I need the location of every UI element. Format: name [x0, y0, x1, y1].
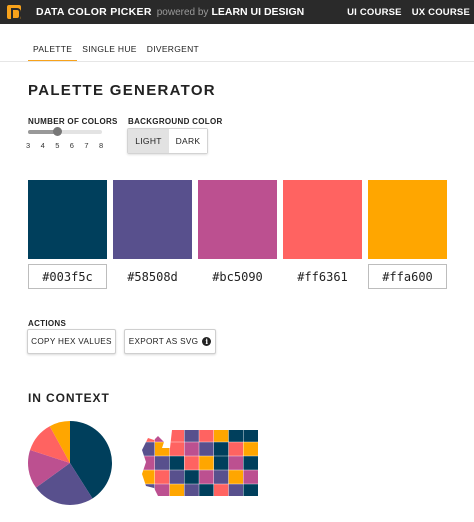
map-county — [142, 430, 156, 443]
color-swatch-3[interactable] — [198, 180, 277, 259]
map-county — [213, 469, 230, 485]
map-county — [154, 441, 171, 457]
hex-input-2[interactable]: #58508d — [113, 264, 192, 289]
map-county — [142, 455, 156, 471]
map-county — [228, 469, 244, 485]
map-county — [213, 483, 230, 496]
top-bar: DATA COLOR PICKER powered by LEARN UI DE… — [0, 0, 474, 24]
map-county — [154, 455, 171, 471]
map-county — [169, 483, 185, 496]
map-county — [243, 430, 258, 443]
info-icon[interactable]: i — [202, 337, 212, 346]
color-swatch-2[interactable] — [113, 180, 192, 259]
slider-tick: 8 — [98, 141, 104, 150]
map-county — [154, 430, 171, 443]
ux-course-link[interactable]: UX COURSE — [412, 7, 470, 18]
map-county — [213, 441, 230, 457]
map-county — [184, 469, 200, 485]
map-county — [154, 483, 171, 496]
page-title: PALETTE GENERATOR — [28, 82, 216, 99]
number-of-colors-label: NUMBER OF COLORS — [28, 117, 118, 126]
map-county — [169, 469, 185, 485]
map-county — [243, 483, 258, 496]
pie-chart-preview — [28, 421, 112, 505]
map-county — [184, 441, 200, 457]
hex-input-4[interactable]: #ff6361 — [283, 264, 362, 289]
in-context-title: IN CONTEXT — [28, 391, 110, 405]
map-county — [213, 430, 230, 443]
background-color-toggle: LIGHT DARK — [127, 128, 208, 154]
map-county — [184, 430, 200, 443]
tab-bar: PALETTE SINGLE HUE DIVERGENT — [28, 40, 204, 62]
map-county — [198, 469, 215, 485]
slider-tick: 3 — [26, 141, 31, 150]
color-swatch-1[interactable] — [28, 180, 107, 259]
app-logo-icon[interactable] — [7, 5, 21, 20]
dark-button[interactable]: DARK — [169, 129, 207, 153]
export-as-svg-label: EXPORT AS SVG — [128, 337, 199, 346]
hex-input-5[interactable]: #ffa600 — [368, 264, 447, 289]
number-of-colors-slider[interactable] — [28, 127, 102, 137]
export-as-svg-button[interactable]: EXPORT AS SVG i — [124, 329, 216, 354]
copy-hex-values-button[interactable]: COPY HEX VALUES — [27, 329, 116, 354]
map-county — [213, 455, 230, 471]
map-county — [142, 441, 156, 457]
map-county — [228, 483, 244, 496]
map-county — [228, 455, 244, 471]
background-color-label: BACKGROUND COLOR — [128, 117, 223, 126]
hex-input-3[interactable]: #bc5090 — [198, 264, 277, 289]
tab-divergent[interactable]: DIVERGENT — [142, 40, 204, 62]
map-county — [198, 455, 215, 471]
app-title[interactable]: DATA COLOR PICKER — [36, 6, 152, 18]
map-county — [228, 430, 244, 443]
color-swatch-4[interactable] — [283, 180, 362, 259]
tab-divider — [0, 61, 474, 62]
slider-tick-labels: 3 4 5 6 7 8 — [26, 141, 114, 150]
map-county — [169, 455, 185, 471]
ui-course-link[interactable]: UI COURSE — [347, 7, 402, 18]
slider-tick: 7 — [84, 141, 89, 150]
map-county — [184, 483, 200, 496]
actions-label: ACTIONS — [28, 319, 67, 328]
slider-tick: 6 — [69, 141, 74, 150]
map-county — [154, 469, 171, 485]
map-county — [198, 430, 215, 443]
brand-link[interactable]: LEARN UI DESIGN — [211, 6, 304, 18]
map-county — [228, 441, 244, 457]
map-county — [142, 483, 156, 496]
hex-input-1[interactable]: #003f5c — [28, 264, 107, 289]
tab-single-hue[interactable]: SINGLE HUE — [77, 40, 142, 62]
powered-by-text: powered by — [156, 6, 209, 18]
map-county — [169, 441, 185, 457]
map-county — [243, 455, 258, 471]
copy-hex-values-label: COPY HEX VALUES — [31, 337, 112, 346]
map-county — [169, 430, 185, 443]
map-county — [142, 469, 156, 485]
slider-handle[interactable] — [53, 127, 63, 136]
map-county — [184, 455, 200, 471]
color-swatch-5[interactable] — [368, 180, 447, 259]
tab-palette[interactable]: PALETTE — [28, 40, 78, 62]
map-county — [198, 483, 215, 496]
washington-state-map-icon — [142, 430, 258, 496]
slider-tick: 4 — [40, 141, 45, 150]
slider-tick: 5 — [55, 141, 60, 150]
header-links: UI COURSE UX COURSE — [347, 0, 470, 24]
light-button[interactable]: LIGHT — [128, 129, 169, 153]
map-county — [198, 441, 215, 457]
map-county — [243, 469, 258, 485]
map-county — [243, 441, 258, 457]
